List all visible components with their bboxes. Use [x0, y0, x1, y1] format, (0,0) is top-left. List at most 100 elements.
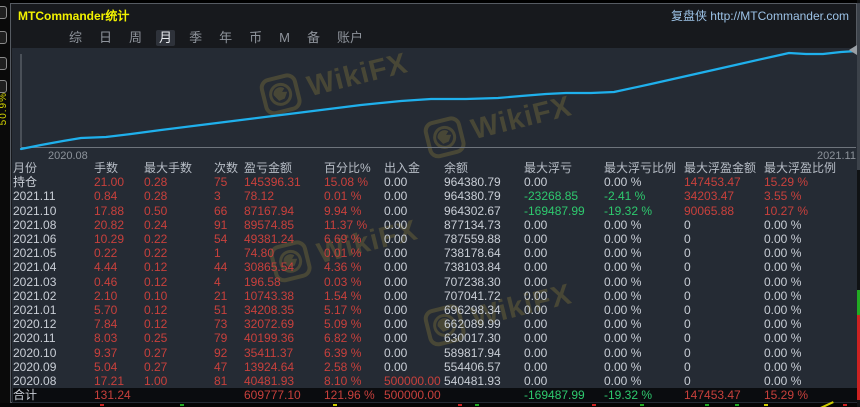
table-cell: 0.12: [144, 274, 168, 289]
table-cell: 6.69 %: [324, 232, 362, 247]
table-cell: 0.01 %: [324, 246, 362, 261]
table-cell: 964302.67: [444, 203, 501, 218]
table-row[interactable]: 持仓 21.00 0.28 75 145396.31 15.08 % 0.00 964380.…: [13, 175, 859, 189]
background-speck: [735, 404, 739, 406]
table-cell: 44: [214, 260, 228, 275]
table-cell: 21.00: [94, 175, 125, 190]
column-header: 最大浮亏比例: [604, 161, 677, 175]
table-cell: [214, 388, 244, 402]
table-cell: 89574.85: [244, 217, 295, 232]
table-row[interactable]: 2021.10 17.88 0.50 66 87167.94 9.94 % 0.00 9643…: [13, 204, 859, 218]
table-cell: 78.12: [244, 189, 275, 204]
table-cell: 0.03 %: [324, 274, 362, 289]
table-cell: 21: [214, 288, 228, 303]
table-cell: 0.00: [384, 203, 408, 218]
table-cell: 0: [684, 331, 691, 346]
table-row[interactable]: 2021.06 10.29 0.22 54 49381.24 6.69 % 0.00 7875…: [13, 232, 859, 246]
table-cell: -19.32 %: [604, 203, 653, 218]
table-cell: 145396.31: [244, 175, 301, 190]
table-cell: 0: [684, 274, 691, 289]
table-cell: 0.00: [384, 232, 408, 247]
column-header: 出入金: [384, 161, 421, 175]
table-cell: 92: [214, 345, 228, 360]
table-cell: 0.22: [144, 232, 168, 247]
table-cell: [444, 388, 524, 402]
table-cell: 0.00: [384, 274, 408, 289]
table-cell: 8.10 %: [324, 374, 362, 389]
table-cell: 0.00 %: [764, 331, 802, 346]
table-cell: 0.00: [524, 260, 548, 275]
table-cell: 66: [214, 203, 228, 218]
table-row[interactable]: 2021.02 2.10 0.10 21 10743.38 1.54 % 0.00 70704…: [13, 289, 859, 303]
background-speck: [640, 404, 644, 406]
table-cell: 147453.47: [684, 175, 741, 190]
column-header: 余额: [444, 161, 469, 175]
table-cell: 738103.84: [444, 260, 501, 275]
table-cell: 2020.12: [13, 317, 57, 332]
table-cell: 0.00 %: [764, 359, 802, 374]
table-cell: 0.00: [384, 246, 408, 261]
background-speck: [705, 404, 709, 406]
table-row[interactable]: 2021.01 5.70 0.12 51 34208.35 5.17 % 0.00 69629…: [13, 303, 859, 317]
table-cell: 0.00 %: [764, 260, 802, 275]
table-cell: 0.00: [524, 217, 548, 232]
table-cell: 79: [214, 331, 228, 346]
table-cell: 81: [214, 374, 228, 389]
table-cell: 0: [684, 303, 691, 318]
table-cell: 147453.47: [684, 388, 741, 403]
table-cell: 0.00: [524, 303, 548, 318]
table-cell: 0.00 %: [604, 274, 642, 289]
table-cell: 4.36 %: [324, 260, 362, 275]
table-row[interactable]: 2021.03 0.46 0.12 4 196.58 0.03 % 0.00 707238.3…: [13, 275, 859, 289]
table-cell: 2.58 %: [324, 359, 362, 374]
table-cell: 7.84: [94, 317, 118, 332]
table-cell: 0.00 %: [604, 260, 642, 275]
background-speck: [764, 404, 768, 406]
background-speck: [843, 404, 847, 406]
background-left-strip: 50.9%: [0, 0, 10, 407]
column-header: 月份: [13, 161, 38, 175]
table-cell: 10.29: [94, 232, 125, 247]
table-cell: 500000.00: [384, 374, 441, 389]
table-cell: 0.00: [524, 374, 548, 389]
background-percent-label: 50.9%: [0, 92, 9, 126]
background-toolbar-icon: [0, 57, 7, 70]
table-row[interactable]: 2020.11 8.03 0.25 79 40199.36 6.82 % 0.00 63001…: [13, 331, 859, 345]
background-speck: [333, 404, 337, 406]
table-cell: 0.28: [144, 189, 168, 204]
table-cell: 2021.10: [13, 203, 57, 218]
table-cell: 6.82 %: [324, 331, 362, 346]
table-row[interactable]: 2020.09 5.04 0.27 47 13924.64 2.58 % 0.00 55440…: [13, 360, 859, 374]
table-cell: 0.00: [524, 331, 548, 346]
table-cell: 0.84: [94, 189, 118, 204]
column-header: 次数: [214, 161, 239, 175]
chart-scroll-left-icon[interactable]: [849, 45, 857, 55]
table-cell: 49381.24: [244, 232, 295, 247]
table-cell: 74.80: [244, 246, 275, 261]
table-row[interactable]: 2020.10 9.37 0.27 92 35411.37 6.39 % 0.00 58981…: [13, 346, 859, 360]
table-cell: 51: [214, 303, 228, 318]
table-row[interactable]: 2020.08 17.21 1.00 81 40481.93 8.10 % 500000.0…: [13, 374, 859, 388]
table-cell: 17.21: [94, 374, 125, 389]
table-row[interactable]: 2021.05 0.22 0.22 1 74.80 0.01 % 0.00 738178.64…: [13, 246, 859, 260]
table-header-row: 月份 手数 最大手数 次数 盈亏金额 百分比% 出入金 余额 最大浮亏 最大浮亏比例 最大浮盈金额最…: [13, 161, 859, 175]
table-cell: 540481.93: [444, 374, 501, 389]
table-cell: 0.00 %: [604, 288, 642, 303]
table-row[interactable]: 2020.12 7.84 0.12 73 32072.69 5.09 % 0.00 66208…: [13, 317, 859, 331]
table-cell: 0.00 %: [604, 217, 642, 232]
table-cell: 131.24: [94, 388, 131, 403]
table-cell: 6.39 %: [324, 345, 362, 360]
total-row[interactable]: 合计 131.24 609777.10 121.96 % 500000.00 -16948…: [13, 388, 859, 403]
table-cell: 589817.94: [444, 345, 501, 360]
table-row[interactable]: 2021.11 0.84 0.28 3 78.12 0.01 % 0.00 964380.79…: [13, 189, 859, 203]
table-cell: 5.04: [94, 359, 118, 374]
table-cell: 2021.03: [13, 274, 57, 289]
table-row[interactable]: 2021.04 4.44 0.12 44 30865.54 4.36 % 0.00 73810…: [13, 260, 859, 274]
table-cell: 0.00 %: [604, 374, 642, 389]
table-cell: 0.00: [384, 260, 408, 275]
table-row[interactable]: 2021.08 20.82 0.24 91 89574.85 11.37 % 0.00 877…: [13, 218, 859, 232]
table-cell: 1: [214, 246, 221, 261]
table-cell: 0.00: [524, 246, 548, 261]
table-cell: 500000.00: [384, 388, 441, 403]
table-cell: 0.00 %: [604, 175, 642, 190]
